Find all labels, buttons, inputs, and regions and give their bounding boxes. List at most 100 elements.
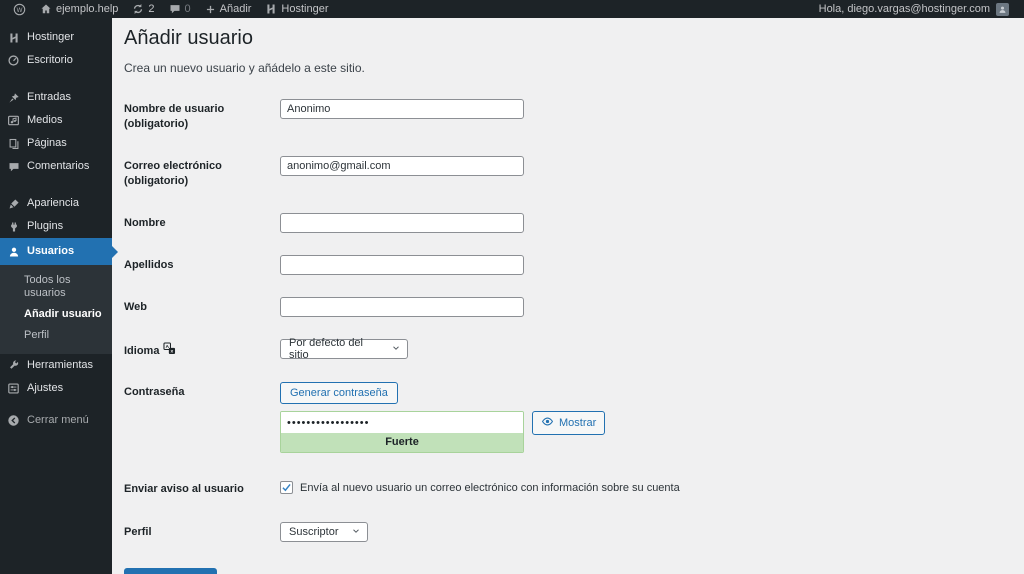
email-label: Correo electrónico (obligatorio): [124, 156, 280, 189]
form-row-send-notification: Enviar aviso al usuario Envía al nuevo u…: [124, 479, 1004, 497]
sidebar-item-entradas[interactable]: Entradas: [0, 86, 112, 109]
send-notification-checkbox[interactable]: [280, 481, 293, 494]
first-name-input[interactable]: [280, 213, 524, 233]
role-select[interactable]: Suscriptor: [280, 522, 368, 542]
eye-icon: [541, 415, 554, 431]
sidebar-item-label: Páginas: [27, 137, 67, 150]
sidebar-item-apariencia[interactable]: Apariencia: [0, 192, 112, 215]
website-input[interactable]: [280, 297, 524, 317]
sidebar-item-paginas[interactable]: Páginas: [0, 132, 112, 155]
sidebar-item-label: Entradas: [27, 91, 71, 104]
comments-bubble-icon: [7, 161, 20, 173]
language-label: Idioma Ax: [124, 339, 280, 360]
form-row-first-name: Nombre: [124, 213, 1004, 233]
language-select[interactable]: Por defecto del sitio: [280, 339, 408, 359]
email-required-note: (obligatorio): [124, 174, 280, 189]
sidebar-item-ajustes[interactable]: Ajustes: [0, 377, 112, 400]
sidebar-item-label: Herramientas: [27, 359, 93, 372]
username-label: Nombre de usuario (obligatorio): [124, 99, 280, 132]
password-strength-indicator: Fuerte: [281, 433, 523, 452]
sidebar-item-plugins[interactable]: Plugins: [0, 215, 112, 238]
submenu-item-todos-los-usuarios[interactable]: Todos los usuarios: [0, 270, 112, 304]
form-row-last-name: Apellidos: [124, 255, 1004, 275]
username-input[interactable]: [280, 99, 524, 119]
topbar-greeting: Hola, diego.vargas@hostinger.com: [819, 3, 990, 15]
send-notification-label: Enviar aviso al usuario: [124, 479, 280, 497]
chevron-down-icon: [351, 526, 361, 539]
email-input[interactable]: [280, 156, 524, 176]
show-password-label: Mostrar: [559, 417, 596, 429]
topbar-account-menu[interactable]: Hola, diego.vargas@hostinger.com: [812, 0, 1016, 18]
topbar-hostinger-label: Hostinger: [281, 3, 328, 15]
comments-count: 0: [185, 3, 191, 15]
svg-text:x: x: [171, 350, 174, 355]
hostinger-logo-icon: [265, 3, 277, 15]
topbar-site-link[interactable]: ejemplo.help: [33, 0, 125, 18]
sidebar-item-herramientas[interactable]: Herramientas: [0, 354, 112, 377]
sidebar-item-label: Comentarios: [27, 160, 89, 173]
sidebar-item-label: Usuarios: [27, 245, 74, 258]
wordpress-logo-icon: W: [13, 3, 26, 16]
sidebar-item-comentarios[interactable]: Comentarios: [0, 155, 112, 178]
role-selected-value: Suscriptor: [289, 526, 339, 538]
sidebar-item-hostinger[interactable]: Hostinger: [0, 26, 112, 49]
topbar-hostinger-menu[interactable]: Hostinger: [258, 0, 335, 18]
wrench-icon: [7, 360, 20, 372]
paintbrush-icon: [7, 198, 20, 210]
plugin-icon: [7, 221, 20, 233]
submenu-item-anadir-usuario[interactable]: Añadir usuario: [0, 304, 112, 325]
username-required-note: (obligatorio): [124, 117, 280, 132]
topbar-new-label: Añadir: [220, 3, 252, 15]
submenu-item-perfil[interactable]: Perfil: [0, 325, 112, 346]
generate-password-button[interactable]: Generar contraseña: [280, 382, 398, 404]
sidebar-separator: [0, 72, 112, 86]
add-user-submit-button[interactable]: Añadir usuario: [124, 568, 217, 574]
topbar-site-name: ejemplo.help: [56, 3, 118, 15]
media-icon: [7, 114, 20, 127]
submit-row: Añadir usuario: [124, 568, 1004, 574]
hostinger-logo-icon: [7, 32, 20, 44]
main-content: Añadir usuario Crea un nuevo usuario y a…: [112, 18, 1024, 574]
password-field-wrapper: Fuerte: [280, 411, 524, 453]
page-subtitle: Crea un nuevo usuario y añádelo a este s…: [124, 61, 1004, 75]
sidebar-item-label: Plugins: [27, 220, 63, 233]
wordpress-logo-menu[interactable]: W: [6, 0, 33, 18]
admin-top-bar: W ejemplo.help 2 0 Añadir: [0, 0, 1024, 18]
usuarios-submenu: Todos los usuarios Añadir usuario Perfil: [0, 265, 112, 354]
send-notification-checkbox-label: Envía al nuevo usuario un correo electró…: [300, 482, 680, 494]
form-row-email: Correo electrónico (obligatorio): [124, 156, 1004, 189]
last-name-input[interactable]: [280, 255, 524, 275]
sidebar-item-cerrar-menu[interactable]: Cerrar menú: [0, 409, 112, 432]
sidebar-item-medios[interactable]: Medios: [0, 109, 112, 132]
chevron-down-icon: [391, 343, 401, 356]
sidebar-item-usuarios[interactable]: Usuarios: [0, 238, 112, 265]
sidebar-separator: [0, 400, 112, 409]
form-row-username: Nombre de usuario (obligatorio): [124, 99, 1004, 132]
topbar-new-menu[interactable]: Añadir: [198, 0, 259, 18]
password-label: Contraseña: [124, 382, 280, 400]
dashboard-icon: [7, 54, 20, 67]
settings-icon: [7, 382, 20, 395]
avatar: [996, 3, 1009, 16]
website-label: Web: [124, 297, 280, 315]
collapse-menu-icon: [7, 414, 20, 427]
language-selected-value: Por defecto del sitio: [289, 337, 383, 361]
sidebar-item-label: Medios: [27, 114, 62, 127]
pushpin-icon: [7, 92, 20, 104]
comments-bubble-icon: [169, 3, 181, 15]
sidebar-item-escritorio[interactable]: Escritorio: [0, 49, 112, 72]
sidebar-item-label: Escritorio: [27, 54, 73, 67]
show-password-button[interactable]: Mostrar: [532, 411, 605, 435]
form-row-password: Contraseña Generar contraseña Fuerte Mos…: [124, 382, 1004, 453]
form-row-website: Web: [124, 297, 1004, 317]
page-title: Añadir usuario: [124, 27, 1004, 50]
sidebar-item-label: Apariencia: [27, 197, 79, 210]
sidebar-item-label: Cerrar menú: [27, 414, 89, 427]
topbar-updates[interactable]: 2: [125, 0, 161, 18]
sidebar-item-label: Hostinger: [27, 31, 74, 44]
current-menu-arrow: [112, 246, 118, 258]
first-name-label: Nombre: [124, 213, 280, 231]
last-name-label: Apellidos: [124, 255, 280, 273]
password-input[interactable]: [281, 412, 523, 433]
topbar-comments[interactable]: 0: [162, 0, 198, 18]
